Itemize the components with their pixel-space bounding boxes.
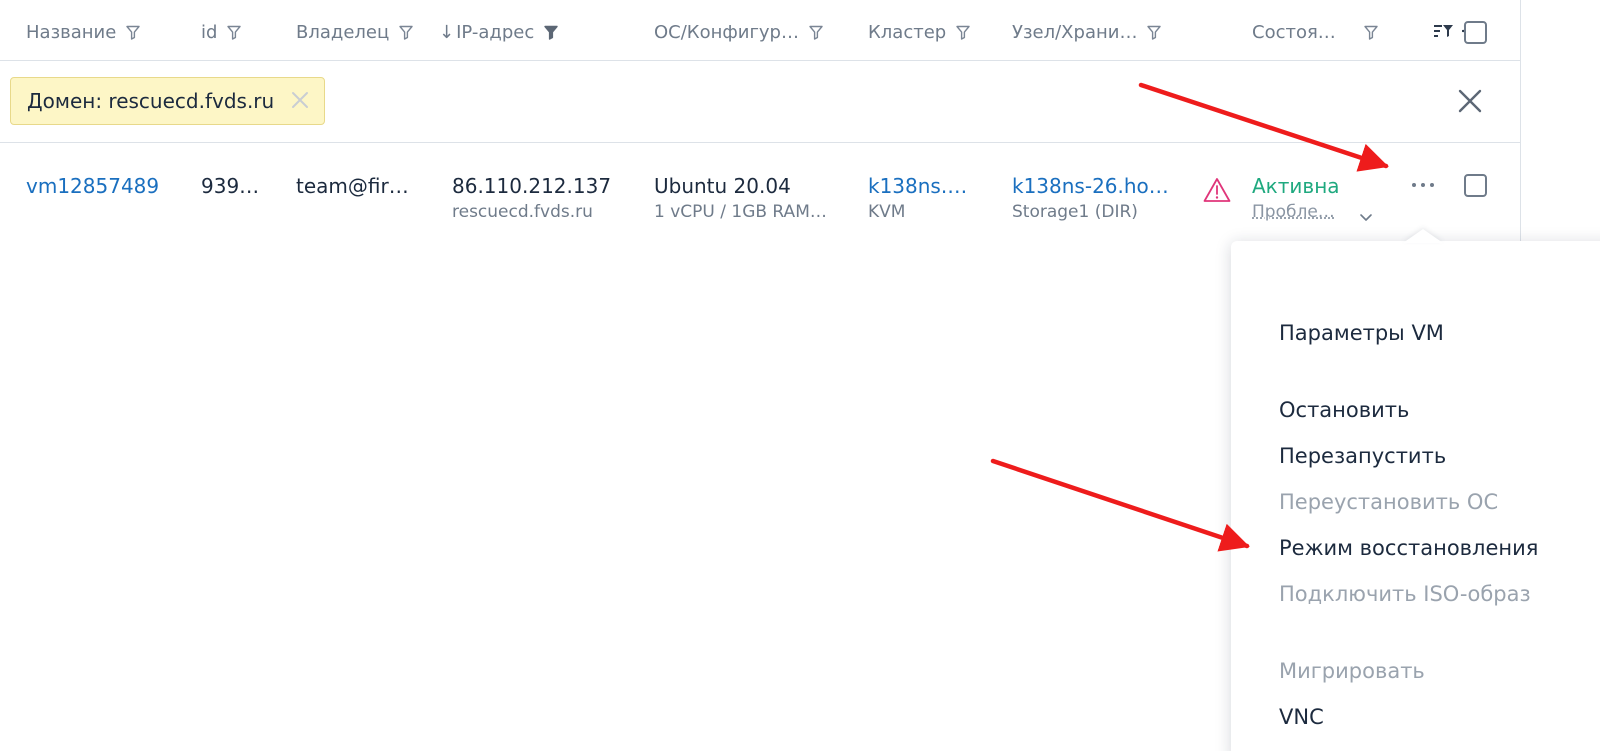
vm-config: 1 vCPU / 1GB RAM… — [654, 202, 827, 222]
column-header-label: Узел/Храни… — [1012, 22, 1138, 43]
column-header-node[interactable]: Узел/Храни… — [1012, 4, 1162, 61]
funnel-outline-icon[interactable] — [227, 25, 242, 40]
menu-item-reinstall-os: Переустановить ОС — [1279, 490, 1499, 514]
vm-name-link[interactable]: vm12857489 — [26, 173, 159, 199]
cell-os: Ubuntu 20.04 1 vCPU / 1GB RAM… — [654, 173, 827, 225]
column-header-label: id — [201, 22, 218, 43]
funnel-filled-icon[interactable] — [544, 25, 558, 40]
cell-node: k138ns-26.ho… Storage1 (DIR) — [1012, 173, 1169, 225]
row-select-checkbox[interactable] — [1464, 174, 1487, 197]
vm-os: Ubuntu 20.04 — [654, 174, 791, 198]
sort-arrow-icon: ↓ — [439, 22, 455, 43]
column-header-label: ОС/Конфигур… — [654, 22, 799, 43]
table-header: Название id Владелец ↓ IP-адрес ОС/Конфи… — [0, 4, 1520, 61]
column-header-owner[interactable]: Владелец — [296, 4, 413, 61]
status-problems-link[interactable]: Пробле… — [1252, 202, 1335, 222]
column-header-label: Состоя… — [1252, 22, 1336, 43]
funnel-outline-icon[interactable] — [1364, 25, 1378, 40]
vm-id: 939… — [201, 174, 260, 198]
table-row[interactable]: vm12857489 939… team@fir… 86.110.212.137… — [0, 143, 1520, 243]
column-header-label: Кластер — [868, 22, 947, 43]
menu-item-migrate: Мигрировать — [1279, 659, 1425, 683]
column-header-id[interactable]: id — [201, 4, 242, 61]
menu-item-attach-iso: Подключить ISO-образ — [1279, 582, 1531, 606]
cell-owner: team@fir… — [296, 173, 409, 199]
filter-tag-domain[interactable]: Домен: rescuecd.fvds.ru — [10, 77, 325, 125]
cell-name: vm12857489 — [26, 173, 159, 199]
column-header-ip[interactable]: ↓ IP-адрес — [439, 4, 558, 61]
funnel-outline-icon[interactable] — [809, 25, 823, 40]
menu-item-stop[interactable]: Остановить — [1279, 398, 1409, 422]
cluster-type: KVM — [868, 202, 906, 222]
funnel-outline-icon[interactable] — [126, 25, 141, 40]
row-actions-menu: Параметры VM Остановить Перезапустить Пе… — [1231, 241, 1600, 751]
status-badge: Активна — [1252, 174, 1340, 198]
funnel-outline-icon[interactable] — [399, 25, 413, 40]
column-header-label: Владелец — [296, 22, 390, 43]
column-header-os[interactable]: ОС/Конфигур… — [654, 4, 823, 61]
page: Название id Владелец ↓ IP-адрес ОС/Конфи… — [0, 0, 1600, 751]
vm-owner: team@fir… — [296, 174, 409, 198]
menu-caret — [1403, 229, 1443, 243]
filter-list-icon[interactable] — [1434, 23, 1454, 42]
column-header-name[interactable]: Название — [26, 4, 141, 61]
vm-ip: 86.110.212.137 — [452, 174, 612, 198]
menu-item-restart[interactable]: Перезапустить — [1279, 444, 1446, 468]
cluster-link[interactable]: k138ns.… — [868, 173, 967, 199]
clear-filters-close-icon[interactable] — [1456, 87, 1484, 119]
funnel-outline-icon[interactable] — [956, 25, 970, 40]
row-actions-ellipsis-icon[interactable] — [1410, 177, 1436, 197]
node-link[interactable]: k138ns-26.ho… — [1012, 173, 1169, 199]
storage-name: Storage1 (DIR) — [1012, 202, 1138, 222]
column-header-cluster[interactable]: Кластер — [868, 4, 970, 61]
cell-id: 939… — [201, 173, 259, 199]
close-icon[interactable] — [288, 88, 312, 117]
column-header-label: Название — [26, 22, 117, 43]
column-header-state[interactable]: Состоя… — [1252, 4, 1378, 61]
chevron-down-icon[interactable] — [1359, 208, 1373, 227]
menu-item-vnc[interactable]: VNC — [1279, 705, 1324, 729]
cell-ip: 86.110.212.137 rescuecd.fvds.ru — [452, 173, 611, 225]
active-filters-bar: Домен: rescuecd.fvds.ru — [0, 61, 1520, 143]
select-all-checkbox[interactable] — [1464, 21, 1487, 44]
vm-domain: rescuecd.fvds.ru — [452, 202, 593, 222]
menu-item-recovery-mode[interactable]: Режим восстановления — [1279, 536, 1538, 560]
filter-tag-label: Домен: rescuecd.fvds.ru — [27, 89, 275, 113]
warning-triangle-icon[interactable] — [1203, 177, 1231, 207]
menu-item-vm-params[interactable]: Параметры VM — [1279, 321, 1444, 345]
cell-state: Активна Пробле… — [1252, 173, 1340, 225]
column-header-label: IP-адрес — [456, 22, 535, 43]
funnel-outline-icon[interactable] — [1147, 25, 1162, 40]
cell-cluster: k138ns.… KVM — [868, 173, 967, 225]
